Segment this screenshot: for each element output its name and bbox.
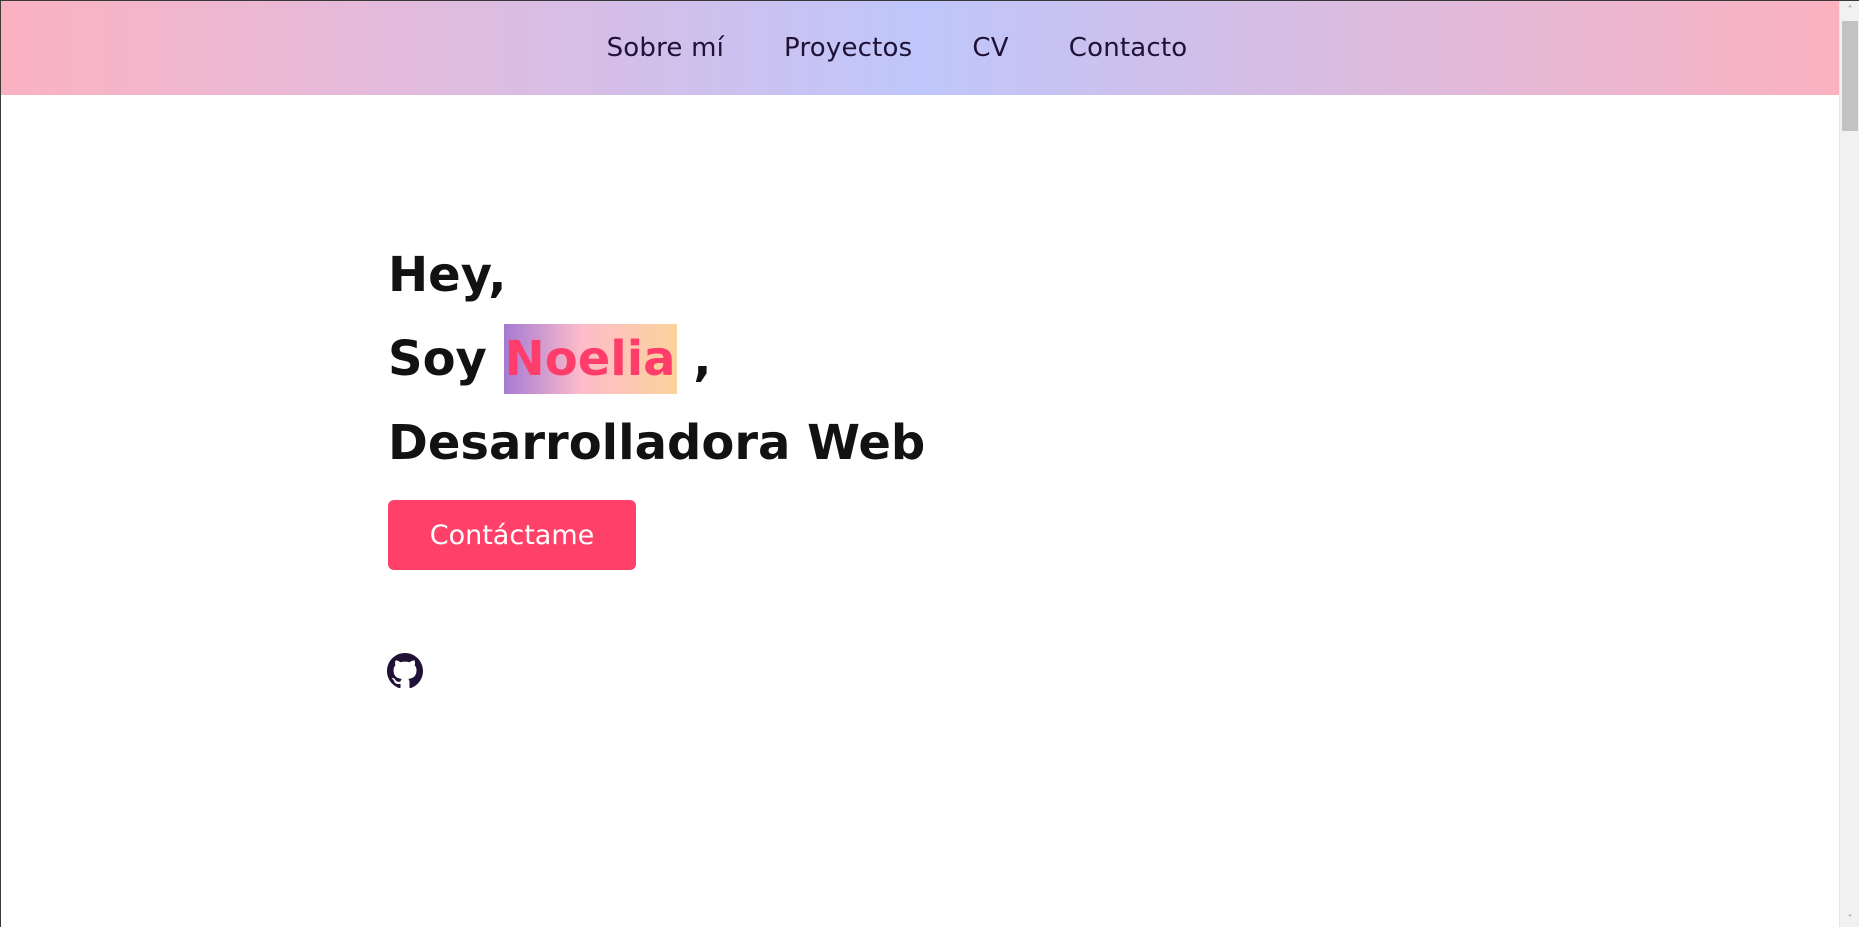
hero-intro-suffix: , — [676, 331, 712, 387]
github-link[interactable] — [387, 653, 423, 689]
browser-viewport: Sobre mí Proyectos CV Contacto Hey, Soy … — [0, 0, 1859, 927]
scrollbar-thumb[interactable] — [1842, 21, 1858, 131]
scroll-up-arrow-icon[interactable]: ˄ — [1840, 1, 1859, 19]
hero-intro-line: Soy Noelia , — [388, 317, 925, 401]
hero-name-highlight: Noelia — [503, 324, 677, 394]
hero-heading: Hey, Soy Noelia , Desarrolladora Web — [388, 233, 925, 485]
github-icon — [387, 653, 423, 689]
nav-link-contacto[interactable]: Contacto — [1069, 33, 1188, 63]
contact-me-button[interactable]: Contáctame — [388, 500, 636, 570]
nav-link-proyectos[interactable]: Proyectos — [784, 33, 912, 63]
nav-link-cv[interactable]: CV — [972, 33, 1008, 63]
main-nav: Sobre mí Proyectos CV Contacto — [607, 33, 1188, 63]
hero-intro-prefix: Soy — [388, 331, 504, 387]
scroll-down-arrow-icon[interactable]: ˅ — [1840, 910, 1859, 927]
vertical-scrollbar[interactable]: ˄ ˅ — [1839, 1, 1859, 927]
nav-link-sobre-mi[interactable]: Sobre mí — [607, 33, 724, 63]
hero-role: Desarrolladora Web — [388, 415, 926, 471]
top-navbar: Sobre mí Proyectos CV Contacto — [1, 1, 1839, 95]
hero-greeting: Hey, — [388, 247, 507, 303]
